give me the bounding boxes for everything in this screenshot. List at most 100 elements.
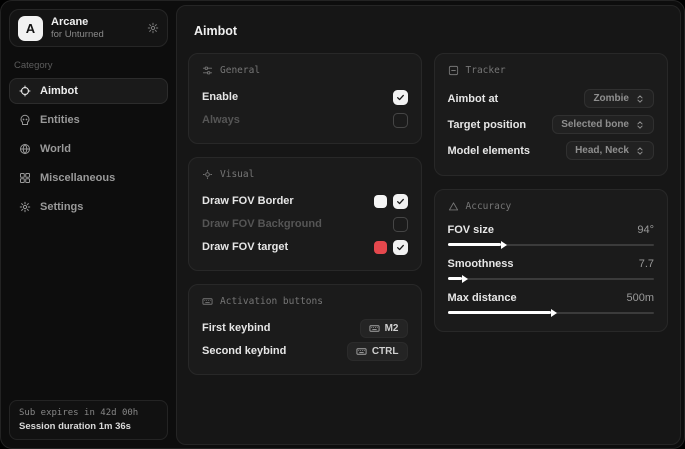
subscription-info-box: Sub expires in 42d 00h Session duration … xyxy=(9,400,168,440)
row-label: Draw FOV Background xyxy=(202,218,322,230)
fov-border-color-swatch[interactable] xyxy=(374,195,387,208)
smoothness-value: 7.7 xyxy=(639,258,654,270)
entities-skull-icon xyxy=(19,114,31,126)
target-position-row: Target position Selected bone xyxy=(448,112,655,137)
gear-icon xyxy=(19,201,31,213)
row-label: Draw FOV target xyxy=(202,241,288,253)
keybind-value: M2 xyxy=(385,323,399,334)
card-title: Tracker xyxy=(466,65,506,76)
sidebar-item-settings[interactable]: Settings xyxy=(9,194,168,220)
left-column: General Enable Always xyxy=(188,53,422,375)
row-controls xyxy=(393,217,408,232)
brand-logo: A xyxy=(18,16,43,41)
slider-fill-and-thumb xyxy=(448,277,462,280)
tracker-card: Tracker Aimbot at Zombie Target position xyxy=(434,53,669,176)
visual-icon xyxy=(202,169,213,180)
row-controls xyxy=(374,240,408,255)
dropdown-value: Head, Neck xyxy=(575,145,629,156)
gear-icon[interactable] xyxy=(147,22,159,34)
second-keybind-row: Second keybind CTRL xyxy=(202,340,408,362)
visual-card-header: Visual xyxy=(202,169,408,180)
sidebar-item-miscellaneous[interactable]: Miscellaneous xyxy=(9,165,168,191)
right-column: Tracker Aimbot at Zombie Target position xyxy=(434,53,669,332)
brand-text: Arcane for Unturned xyxy=(51,16,104,40)
row-label: Second keybind xyxy=(202,345,286,357)
grid-icon xyxy=(19,172,31,184)
card-title: Activation buttons xyxy=(220,296,323,307)
row-label: Draw FOV Border xyxy=(202,195,294,207)
first-keybind-row: First keybind M2 xyxy=(202,317,408,339)
aimbot-at-row: Aimbot at Zombie xyxy=(448,86,655,111)
always-checkbox[interactable] xyxy=(393,113,408,128)
main-panel: Aimbot General xyxy=(176,5,681,445)
keyboard-icon xyxy=(202,296,213,307)
row-label: FOV size xyxy=(448,224,494,236)
visual-card: Visual Draw FOV Border Draw FOV Backgrou… xyxy=(188,157,422,271)
sidebar-item-label: Entities xyxy=(40,114,80,126)
sidebar-item-label: World xyxy=(40,143,71,155)
fov-target-color-swatch[interactable] xyxy=(374,241,387,254)
crosshair-icon xyxy=(19,85,31,97)
slider-track xyxy=(448,278,655,280)
fov-size-slider[interactable] xyxy=(448,238,655,251)
sidebar-item-label: Settings xyxy=(40,201,83,213)
smoothness-row: Smoothness 7.7 xyxy=(448,256,655,285)
first-keybind-button[interactable]: M2 xyxy=(360,319,408,338)
sidebar-item-entities[interactable]: Entities xyxy=(9,107,168,133)
max-distance-value: 500m xyxy=(626,292,654,304)
row-label: Model elements xyxy=(448,145,531,157)
slider-fill-and-thumb xyxy=(448,243,502,246)
fov-background-checkbox[interactable] xyxy=(393,217,408,232)
fov-target-checkbox[interactable] xyxy=(393,240,408,255)
sidebar-item-aimbot[interactable]: Aimbot xyxy=(9,78,168,104)
app-window: A Arcane for Unturned Category Aimbot xyxy=(0,0,685,449)
sidebar-item-label: Miscellaneous xyxy=(40,172,115,184)
draw-fov-target-row: Draw FOV target xyxy=(202,236,408,258)
brand-card: A Arcane for Unturned xyxy=(9,9,168,47)
card-title: Visual xyxy=(220,169,254,180)
tracker-icon xyxy=(448,65,459,76)
model-elements-row: Model elements Head, Neck xyxy=(448,138,655,163)
second-keybind-button[interactable]: CTRL xyxy=(347,342,408,361)
target-position-dropdown[interactable]: Selected bone xyxy=(552,115,654,134)
dropdown-value: Selected bone xyxy=(561,119,629,130)
keybind-value: CTRL xyxy=(372,346,399,357)
card-title: General xyxy=(220,65,260,76)
row-controls xyxy=(374,194,408,209)
sidebar-item-label: Aimbot xyxy=(40,85,78,97)
row-label: Aimbot at xyxy=(448,93,499,105)
chevrons-up-down-icon xyxy=(635,94,645,104)
sub-expiry-text: Sub expires in 42d 00h xyxy=(19,408,158,418)
chevrons-up-down-icon xyxy=(635,120,645,130)
content-columns: General Enable Always xyxy=(188,53,668,375)
row-label: Target position xyxy=(448,119,527,131)
smoothness-slider[interactable] xyxy=(448,272,655,285)
fov-size-row: FOV size 94° xyxy=(448,222,655,251)
globe-icon xyxy=(19,143,31,155)
max-distance-row: Max distance 500m xyxy=(448,290,655,319)
chevrons-up-down-icon xyxy=(635,146,645,156)
page-title: Aimbot xyxy=(194,24,668,38)
general-card-header: General xyxy=(202,65,408,76)
fov-border-checkbox[interactable] xyxy=(393,194,408,209)
aimbot-at-dropdown[interactable]: Zombie xyxy=(584,89,654,108)
row-label: Smoothness xyxy=(448,258,514,270)
fov-size-value: 94° xyxy=(637,224,654,236)
brand-name: Arcane xyxy=(51,16,104,28)
sidebar: A Arcane for Unturned Category Aimbot xyxy=(1,1,176,448)
sidebar-item-world[interactable]: World xyxy=(9,136,168,162)
session-duration-text: Session duration 1m 36s xyxy=(19,421,158,432)
always-row: Always xyxy=(202,109,408,131)
row-label: Max distance xyxy=(448,292,517,304)
category-label: Category xyxy=(14,60,163,71)
delta-icon xyxy=(448,201,459,212)
accuracy-card: Accuracy FOV size 94° xyxy=(434,189,669,332)
max-distance-slider[interactable] xyxy=(448,306,655,319)
sliders-icon xyxy=(202,65,213,76)
enable-checkbox[interactable] xyxy=(393,90,408,105)
accuracy-card-header: Accuracy xyxy=(448,201,655,212)
general-card: General Enable Always xyxy=(188,53,422,144)
model-elements-dropdown[interactable]: Head, Neck xyxy=(566,141,654,160)
activation-card-header: Activation buttons xyxy=(202,296,408,307)
card-title: Accuracy xyxy=(466,201,512,212)
